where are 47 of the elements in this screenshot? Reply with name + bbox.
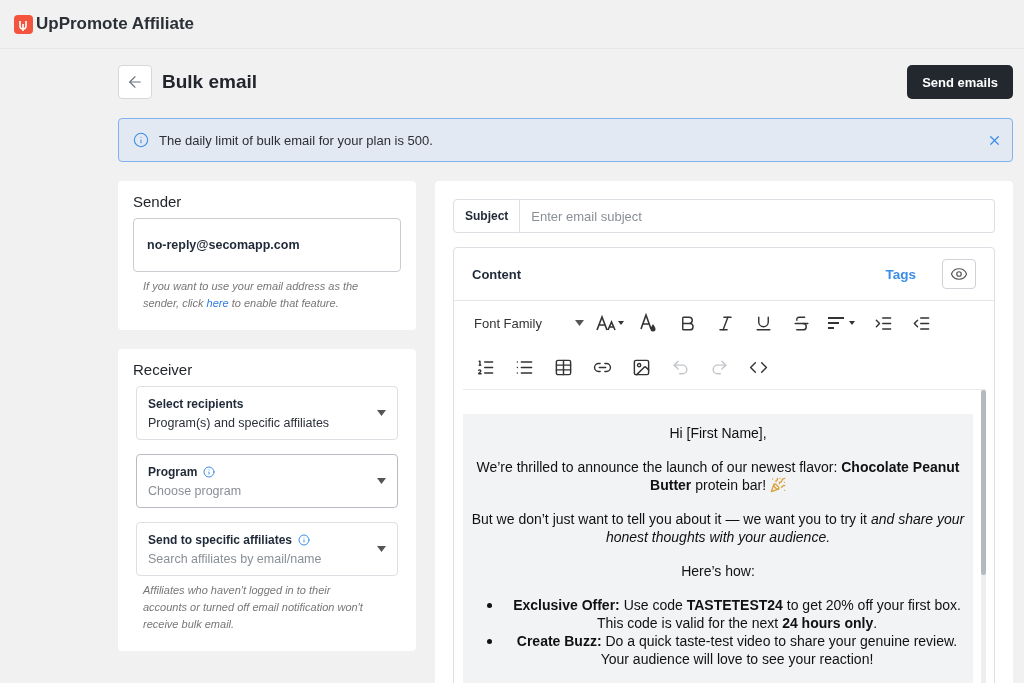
font-family-dropdown[interactable]: Font Family — [468, 309, 590, 337]
caret-icon — [575, 320, 584, 326]
here-link[interactable]: here — [206, 297, 229, 309]
scrollbar[interactable] — [981, 390, 986, 683]
subject-input[interactable]: Enter email subject — [520, 199, 995, 233]
email-paragraph: We’re thrilled to announce the launch of our newest flavor: Chocolate Peanut Butter protein bar! — [476, 459, 960, 493]
email-paragraph: But we don’t just want to tell you about it — we want you to try it and share your honest thoughts with your audience. — [471, 511, 965, 545]
select-dropdown[interactable]: Send to specific affiliates Search affiliates by email/name — [136, 522, 398, 576]
logo-icon — [14, 14, 33, 34]
select-label: Select recipients — [148, 396, 245, 411]
email-paragraph: Hi [First Name], — [669, 425, 767, 441]
card-title: Sender — [133, 193, 183, 210]
numbered-list-icon — [475, 357, 495, 377]
image-icon — [631, 357, 651, 377]
subject-label: Subject — [453, 199, 521, 233]
send-emails-button[interactable]: Send emails — [907, 65, 1013, 99]
bullet-icon — [487, 639, 492, 644]
select-placeholder: Choose program — [148, 483, 243, 498]
app-name: UpPromote Affiliate — [36, 14, 195, 34]
select-label: Program — [148, 464, 369, 479]
select-dropdown[interactable]: Program Choose program — [136, 454, 398, 508]
font-size-icon — [596, 314, 626, 332]
table-icon — [553, 357, 573, 377]
receiver-note: Affiliates who haven't logged in to their accounts or turned off email notification won't receive bulk email. — [143, 583, 364, 632]
email-list-item: Exclusive Offer: Use code TASTETEST24 to get 20% off your first box. This code is valid for the next 24 hours only. — [513, 597, 961, 631]
email-paragraph: Here’s how: — [681, 563, 755, 579]
strikethrough-icon — [791, 313, 811, 333]
select-placeholder: Search affiliates by email/name — [148, 551, 323, 566]
align-icon — [827, 315, 857, 331]
text-color-icon — [640, 313, 658, 333]
info-icon — [133, 132, 149, 148]
eye-icon — [950, 265, 968, 283]
caret-icon — [377, 478, 386, 484]
sender-field[interactable]: no-reply@secomapp.com — [133, 218, 401, 272]
bullet-icon — [487, 603, 492, 608]
caret-icon — [377, 410, 386, 416]
page-title: Bulk email — [162, 71, 259, 93]
preview-button[interactable] — [942, 259, 976, 289]
select-dropdown[interactable]: Select recipients Program(s) and specific affiliates — [136, 386, 398, 440]
content-title: Content — [472, 266, 523, 282]
sender-hint: If you want to use your email address as the sender, click here to enable that feature. — [143, 279, 360, 311]
caret-icon — [377, 546, 386, 552]
banner-text: The daily limit of bulk email for your plan is 500. — [159, 132, 434, 148]
select-label: Send to specific affiliates — [148, 532, 369, 547]
select-value: Program(s) and specific affiliates — [148, 415, 331, 430]
card-title: Receiver — [133, 361, 194, 378]
email-list-item: Create Buzz: Do a quick taste-test video to share your genuine review. Your audience will love to see your reaction! — [516, 633, 958, 667]
